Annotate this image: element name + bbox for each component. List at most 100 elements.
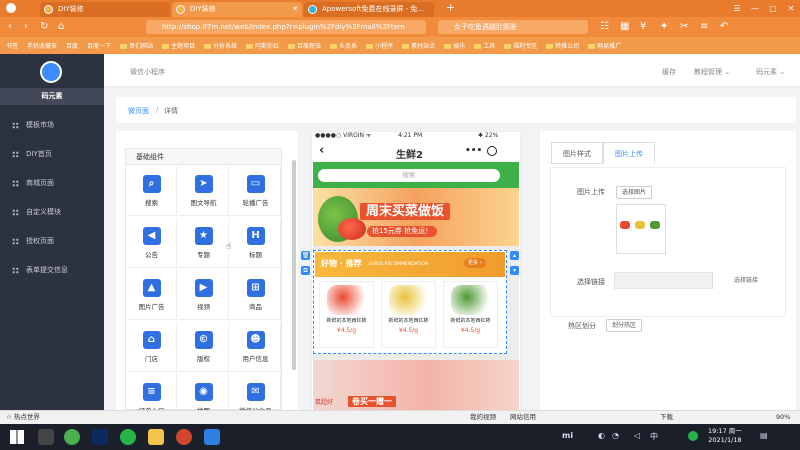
phone-search-bar[interactable]: 搜索 xyxy=(318,169,500,182)
widget-store[interactable]: ⌂ 门店 xyxy=(127,322,177,372)
copy-module-icon[interactable]: ⧉ xyxy=(301,266,310,275)
maximize-button[interactable]: ▢ xyxy=(764,0,782,17)
widget-navigation[interactable]: ➤ 图文导航 xyxy=(179,166,229,216)
browser-tab[interactable]: DIY装修 xyxy=(40,2,170,17)
powerpoint-icon[interactable] xyxy=(176,429,192,445)
tray-icon[interactable]: ◐ xyxy=(598,431,605,440)
sidebar-item-auth-page[interactable]: 授权页面 xyxy=(12,236,54,246)
more-button[interactable]: 更多 › xyxy=(464,258,486,268)
wechat-icon[interactable] xyxy=(120,429,136,445)
cache-link[interactable]: 缓存 xyxy=(662,67,676,77)
new-tab-button[interactable]: + xyxy=(446,1,455,14)
grid-icon[interactable]: ▦ xyxy=(620,21,629,33)
close-window-button[interactable]: ✕ xyxy=(782,0,800,17)
menu-icon[interactable]: ≡ xyxy=(700,21,708,33)
bookmark-folder[interactable]: 福利专区 xyxy=(504,41,537,50)
game-icon[interactable]: ✦ xyxy=(660,21,668,33)
product-card[interactable]: 新鲜的本地西红柿 ¥4.5/g xyxy=(381,281,436,348)
url-field[interactable]: http://shop.07m.net/web/index.php?r=plug… xyxy=(146,20,426,34)
move-up-icon[interactable]: ▴ xyxy=(510,251,519,260)
product-card[interactable]: 新鲜的本地西红柿 ¥4.5/g xyxy=(443,281,498,348)
widget-heading[interactable]: H 标题 xyxy=(231,218,281,268)
undo-icon[interactable]: ↶ xyxy=(720,21,728,33)
refresh-icon[interactable]: ↻ xyxy=(40,21,48,33)
folder-icon[interactable] xyxy=(148,429,164,445)
sidebar-item-diy-home[interactable]: DIY首页 xyxy=(12,149,52,159)
bookmark-folder[interactable]: 百度爬虫 xyxy=(288,41,321,50)
widget-image[interactable]: ▲ 图片广告 xyxy=(127,270,177,320)
sidebar-item-micro-page[interactable]: 商城页面 xyxy=(12,178,54,188)
widget-video[interactable]: ▶ 视频 xyxy=(179,270,229,320)
photoshop-icon[interactable] xyxy=(92,429,108,445)
bookmark-item[interactable]: 百度 xyxy=(66,41,78,50)
notification-icon[interactable]: ▤ xyxy=(760,431,768,440)
taskbar-clock[interactable]: 19:17 周一 2021/1/18 xyxy=(708,427,742,445)
wechat-tray-icon[interactable] xyxy=(688,431,698,441)
sidebar-item-form-submissions[interactable]: 表单提交信息 xyxy=(12,265,68,275)
bookmark-folder[interactable]: 工具 xyxy=(474,41,495,50)
product-card[interactable]: 新鲜的本地西红柿 ¥4.5/g xyxy=(319,281,374,348)
forward-arrow-icon[interactable]: › xyxy=(24,21,28,33)
bookmark-folder[interactable]: 网易推广 xyxy=(588,41,621,50)
home-icon[interactable]: ⌂ xyxy=(58,21,64,33)
bookmark-folder[interactable]: 主题项目 xyxy=(162,41,195,50)
volume-icon[interactable]: ◁ xyxy=(634,431,640,440)
browser-tab-active[interactable]: DIY装修 ✕ xyxy=(172,2,302,17)
recorder-icon[interactable] xyxy=(204,429,220,445)
widget-megaphone[interactable]: ◀ 公告 xyxy=(127,218,177,268)
search-field[interactable]: 女子吃鱼遇腿肚膨胀 xyxy=(438,20,588,34)
bookmark-folder[interactable]: 娱乐 xyxy=(444,41,465,50)
bookmark-folder[interactable]: 头条系 xyxy=(330,41,357,50)
coin-icon[interactable]: ¥ xyxy=(640,21,646,33)
tutorial-menu[interactable]: 教程管理 ⌄ xyxy=(694,67,730,77)
my-videos-link[interactable]: 我的视频 xyxy=(470,411,496,424)
breadcrumb-parent[interactable]: 微页面 xyxy=(128,106,149,116)
bookmark-folder[interactable]: 素材站点 xyxy=(402,41,435,50)
widget-basket[interactable]: ⊞ 商品 xyxy=(231,270,281,320)
widget-scrollbar[interactable] xyxy=(292,160,296,370)
extensions-icon[interactable]: ☷ xyxy=(600,21,609,33)
target-icon[interactable] xyxy=(487,146,497,156)
back-arrow-icon[interactable]: ‹ xyxy=(319,143,324,158)
mi-icon[interactable]: mi xyxy=(562,431,573,440)
ime-indicator[interactable]: 中 xyxy=(650,431,658,442)
widget-search[interactable]: ⌕ 搜索 xyxy=(127,166,177,216)
move-down-icon[interactable]: ▾ xyxy=(510,266,519,275)
select-link-button[interactable]: 选择链接 xyxy=(712,272,779,289)
close-tab-icon[interactable]: ✕ xyxy=(292,2,298,17)
wifi-icon[interactable]: ◔ xyxy=(612,431,619,440)
banner-promo[interactable] xyxy=(313,360,519,410)
bookmark-item[interactable]: 百度一下 xyxy=(87,41,111,50)
widget-user[interactable]: ☻ 用户信息 xyxy=(231,322,281,372)
image-preview[interactable] xyxy=(616,204,666,254)
tab-image-upload[interactable]: 图片上传 xyxy=(603,142,655,164)
hotzone-button[interactable]: 划分热区 xyxy=(606,319,642,332)
minimize-button[interactable]: — xyxy=(746,0,764,17)
back-arrow-icon[interactable]: ‹ xyxy=(8,21,12,33)
more-dots-icon[interactable]: ••• xyxy=(465,146,482,156)
browser-taskbar-icon[interactable] xyxy=(64,429,80,445)
bookmark-folder[interactable]: 转推公司 xyxy=(546,41,579,50)
bookmark-item[interactable]: 手机收藏夹 xyxy=(27,41,57,50)
browser-tab[interactable]: Apowersoft免费在线录屏 - 免... xyxy=(304,2,434,17)
menu-icon[interactable]: ☰ xyxy=(728,0,746,17)
delete-module-icon[interactable]: 🗑 xyxy=(301,251,310,260)
sidebar-item-template-market[interactable]: 模板市场 xyxy=(12,120,54,130)
site-credit-link[interactable]: 网站信用 xyxy=(510,411,536,424)
start-button[interactable] xyxy=(10,430,24,444)
bookmark-folder[interactable]: 分析系统 xyxy=(204,41,237,50)
hot-world-link[interactable]: ☆ 热点世界 xyxy=(6,411,40,424)
zoom-level[interactable]: 90% xyxy=(776,411,790,424)
user-menu[interactable]: 码元素 ⌄ xyxy=(756,67,785,77)
tab-image-style[interactable]: 图片样式 xyxy=(551,142,603,164)
bookmark-item[interactable]: 书签 xyxy=(6,41,18,50)
downloads-link[interactable]: 下载 xyxy=(660,411,673,424)
bookmark-folder[interactable]: 阿斯彩虹 xyxy=(246,41,279,50)
select-image-button[interactable]: 选择图片 xyxy=(616,186,652,199)
task-view-icon[interactable] xyxy=(38,429,54,445)
widget-topic[interactable]: ★ 专题 xyxy=(179,218,229,268)
bookmark-folder[interactable]: 小程序 xyxy=(366,41,393,50)
widget-carousel[interactable]: ▭ 轮播广告 xyxy=(231,166,281,216)
sidebar-item-custom-module[interactable]: 自定义模块 xyxy=(12,207,61,217)
bookmark-folder[interactable]: 哥们网站 xyxy=(120,41,153,50)
